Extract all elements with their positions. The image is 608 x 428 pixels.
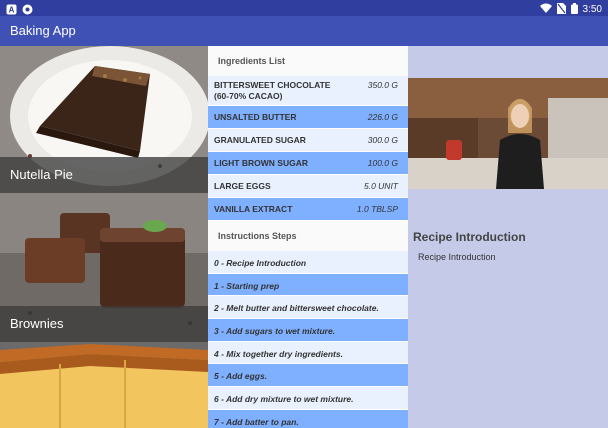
- status-bar: A 3:50: [0, 0, 608, 16]
- step-item[interactable]: 6 - Add dry mixture to wet mixture.: [208, 387, 408, 410]
- step-item[interactable]: 4 - Mix together dry ingredients.: [208, 341, 408, 365]
- instructions-title: Instructions Steps: [218, 231, 297, 241]
- ingredient-row: BITTERSWEET CHOCOLATE (60-70% CACAO) 350…: [208, 76, 408, 106]
- ingredient-quantity: 226.0 G: [367, 112, 398, 122]
- video-frame: [408, 78, 608, 189]
- step-item[interactable]: 3 - Add sugars to wet mixture.: [208, 319, 408, 342]
- ingredient-quantity: 300.0 G: [367, 135, 398, 145]
- ingredients-header: Ingredients List: [208, 46, 408, 76]
- ingredient-name: VANILLA EXTRACT: [214, 204, 293, 214]
- ingredient-row: GRANULATED SUGAR 300.0 G: [208, 129, 408, 152]
- notification-circle-icon: [22, 2, 33, 15]
- ingredient-quantity: 100.0 G: [367, 158, 398, 168]
- status-time: 3:50: [582, 4, 602, 15]
- step-item[interactable]: 0 - Recipe Introduction: [208, 251, 408, 274]
- recipe-card-nutella-pie[interactable]: Nutella Pie: [0, 46, 208, 193]
- ingredients-title: Ingredients List: [218, 56, 286, 66]
- app-bar: Baking App: [0, 16, 608, 46]
- step-item[interactable]: 2 - Melt butter and bittersweet chocolat…: [208, 296, 408, 320]
- recipe-caption: Brownies: [0, 306, 208, 342]
- recipe-card-yellow-cake[interactable]: [0, 342, 208, 428]
- ingredient-row: VANILLA EXTRACT 1.0 TBLSP: [208, 198, 408, 221]
- step-item[interactable]: 7 - Add batter to pan.: [208, 409, 408, 428]
- ingredient-quantity: 1.0 TBLSP: [356, 204, 398, 214]
- step-title: Recipe Introduction: [413, 230, 526, 244]
- step-label: 6 - Add dry mixture to wet mixture.: [214, 394, 354, 405]
- svg-text:A: A: [9, 6, 15, 15]
- step-label: 5 - Add eggs.: [214, 371, 268, 382]
- ingredient-row: LARGE EGGS 5.0 UNIT: [208, 175, 408, 198]
- instructions-header: Instructions Steps: [208, 221, 408, 251]
- step-label: 2 - Melt butter and bittersweet chocolat…: [214, 303, 379, 314]
- step-item[interactable]: 5 - Add eggs.: [208, 364, 408, 388]
- recipe-list: Nutella Pie Brownies: [0, 46, 208, 428]
- ingredient-quantity: 5.0 UNIT: [363, 181, 398, 191]
- recipe-detail: Ingredients List BITTERSWEET CHOCOLATE (…: [208, 46, 408, 428]
- ingredient-name: LIGHT BROWN SUGAR: [214, 158, 308, 168]
- ingredient-name: BITTERSWEET CHOCOLATE (60-70% CACAO): [214, 80, 331, 101]
- recipe-caption: Nutella Pie: [0, 157, 208, 193]
- ingredient-row: LIGHT BROWN SUGAR 100.0 G: [208, 152, 408, 175]
- step-label: 0 - Recipe Introduction: [214, 258, 307, 268]
- yellow-cake-image: [0, 342, 208, 428]
- step-label: 1 - Starting prep: [214, 280, 280, 291]
- recipe-name: Brownies: [10, 316, 64, 331]
- ingredient-row: UNSALTED BUTTER 226.0 G: [208, 106, 408, 129]
- step-item[interactable]: 1 - Starting prep: [208, 273, 408, 297]
- step-description: Recipe Introduction: [418, 252, 496, 262]
- ingredient-quantity: 350.0 G: [367, 80, 398, 90]
- ingredient-name: LARGE EGGS: [214, 181, 271, 191]
- video-player[interactable]: [408, 78, 608, 189]
- step-label: 7 - Add batter to pan.: [214, 416, 299, 427]
- recipe-card-brownies[interactable]: Brownies: [0, 193, 208, 342]
- notification-a-icon: A: [6, 2, 17, 15]
- step-detail-pane: Recipe Introduction Recipe Introduction: [408, 46, 608, 428]
- app-title: Baking App: [10, 23, 76, 38]
- step-label: 4 - Mix together dry ingredients.: [214, 348, 343, 359]
- step-label: 3 - Add sugars to wet mixture.: [214, 326, 336, 337]
- ingredient-name: GRANULATED SUGAR: [214, 135, 306, 145]
- recipe-name: Nutella Pie: [10, 167, 73, 182]
- ingredient-name: UNSALTED BUTTER: [214, 112, 297, 122]
